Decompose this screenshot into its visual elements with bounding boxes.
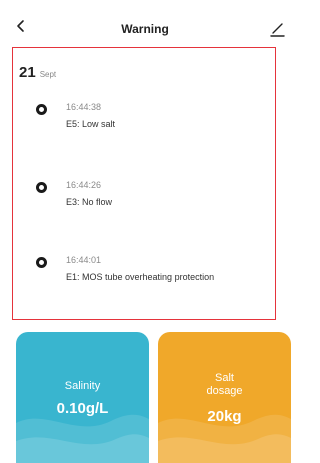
salt-dosage-label-line1: Salt [215, 372, 234, 384]
pencil-icon [270, 23, 285, 37]
wave-decoration [158, 414, 291, 463]
event-description: E3: No flow [66, 197, 113, 207]
salinity-card[interactable]: Salinity 0.10g/L [16, 332, 149, 463]
event-time: 16:44:26 [66, 180, 102, 190]
salinity-label: Salinity [64, 380, 101, 392]
page-title: Warning [121, 22, 169, 36]
event-description: E5: Low salt [66, 119, 116, 129]
date-day: 21 [19, 64, 36, 81]
warning-screen: Warning 21 Sept 16:44:38 E5: Low salt 16… [0, 0, 291, 463]
date-heading: 21 Sept [19, 64, 56, 82]
event-description: E1: MOS tube overheating protection [66, 272, 215, 282]
date-month: Sept [39, 70, 57, 79]
salinity-value: 0.10g/L [56, 400, 109, 417]
timeline-dot-icon [36, 182, 47, 193]
header: Warning [0, 0, 290, 44]
salt-dosage-label-line2: dosage [206, 385, 243, 397]
edit-button[interactable] [268, 16, 288, 38]
salt-dosage-card[interactable]: Salt dosage 20kg [158, 332, 291, 463]
salt-dosage-value: 20kg [207, 408, 242, 425]
timeline-dot-icon [36, 104, 47, 115]
event-time: 16:44:38 [66, 102, 102, 112]
event-time: 16:44:01 [66, 255, 102, 265]
warning-history-panel: 21 Sept 16:44:38 E5: Low salt 16:44:26 E… [12, 47, 276, 320]
timeline-dot-icon [36, 257, 47, 268]
